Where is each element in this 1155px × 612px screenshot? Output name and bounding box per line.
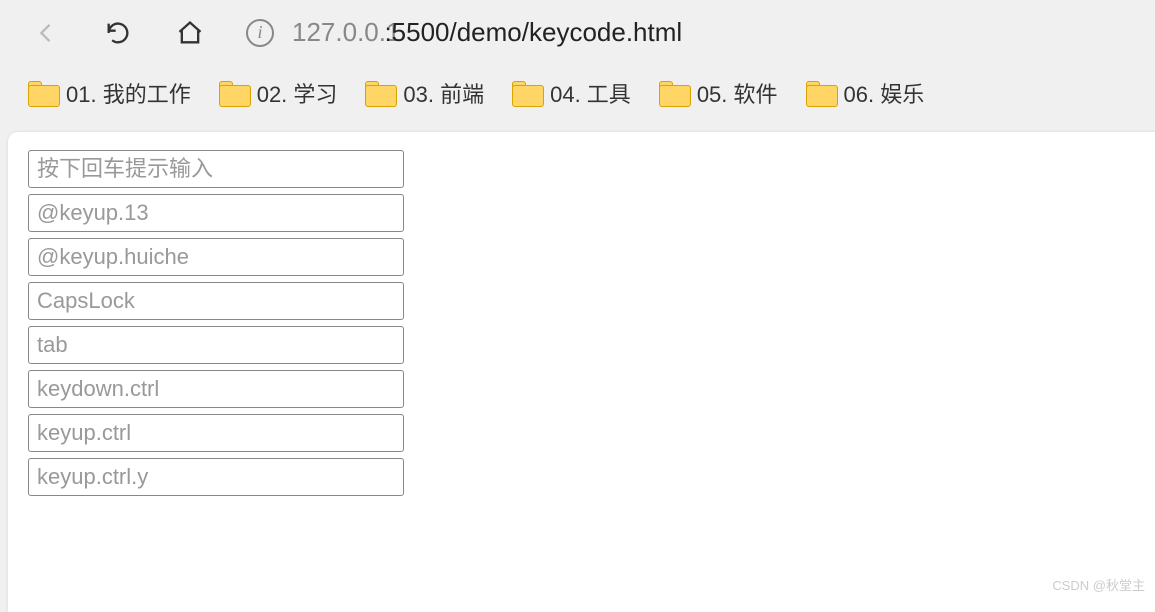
bookmark-folder-5[interactable]: 05. 软件 [659,77,778,109]
folder-icon [806,81,836,105]
bookmark-folder-2[interactable]: 02. 学习 [219,77,338,109]
bookmark-folder-6[interactable]: 06. 娱乐 [806,77,925,109]
folder-icon [28,81,58,105]
input-tab[interactable] [28,326,404,364]
info-icon[interactable]: i [246,19,274,47]
bookmark-label: 01. 我的工作 [66,77,191,109]
bookmark-folder-4[interactable]: 04. 工具 [512,77,631,109]
browser-toolbar: i 127.0.0.1:5500/demo/keycode.html [0,0,1155,65]
back-button[interactable] [30,17,62,49]
bookmarks-bar: 01. 我的工作 02. 学习 03. 前端 04. 工具 05. 软件 06.… [0,65,1155,120]
input-keyup-huiche[interactable] [28,238,404,276]
input-keyup-ctrl[interactable] [28,414,404,452]
bookmark-label: 02. 学习 [257,77,338,109]
input-keydown-ctrl[interactable] [28,370,404,408]
watermark: CSDN @秋堂主 [1052,575,1145,594]
folder-icon [659,81,689,105]
reload-button[interactable] [102,17,134,49]
bookmark-folder-1[interactable]: 01. 我的工作 [28,77,191,109]
input-capslock[interactable] [28,282,404,320]
bookmark-label: 03. 前端 [403,77,484,109]
input-keyup-13[interactable] [28,194,404,232]
bookmark-label: 04. 工具 [550,77,631,109]
bookmark-label: 06. 娱乐 [844,77,925,109]
input-enter[interactable] [28,150,404,188]
input-keyup-ctrl-y[interactable] [28,458,404,496]
bookmark-folder-3[interactable]: 03. 前端 [365,77,484,109]
folder-icon [512,81,542,105]
page-content [8,132,1155,612]
folder-icon [219,81,249,105]
address-bar[interactable]: i 127.0.0.1:5500/demo/keycode.html [246,17,682,48]
folder-icon [365,81,395,105]
bookmark-label: 05. 软件 [697,77,778,109]
url-path: :5500/demo/keycode.html [384,17,682,47]
home-button[interactable] [174,17,206,49]
